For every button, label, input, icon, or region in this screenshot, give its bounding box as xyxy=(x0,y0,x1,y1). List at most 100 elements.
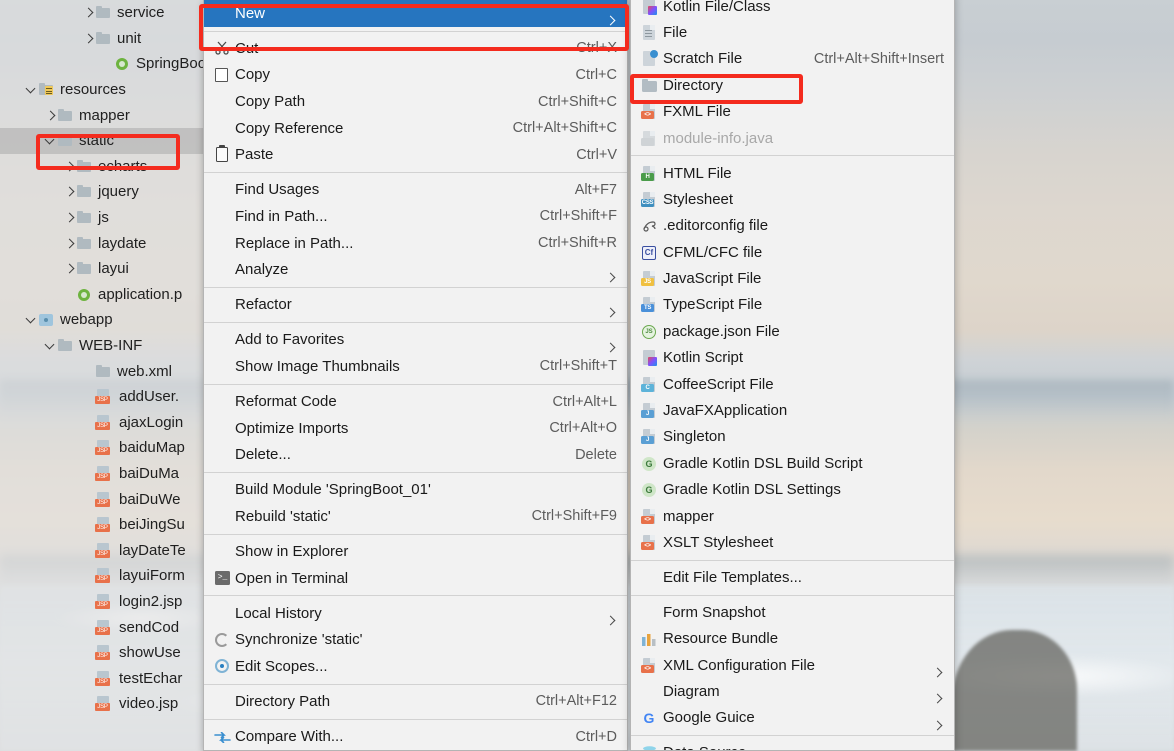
submenu-item-singleton[interactable]: J Singleton xyxy=(631,424,954,450)
submenu-item-coffeescript-file[interactable]: C CoffeeScript File xyxy=(631,371,954,397)
submenu-item-directory[interactable]: Directory xyxy=(631,72,954,98)
menu-item-cut[interactable]: Cut Ctrl+X xyxy=(204,35,627,62)
menu-item-new[interactable]: New xyxy=(204,0,627,27)
tree-item-webapp[interactable]: webapp xyxy=(0,307,206,333)
menu-item-copy[interactable]: Copy Ctrl+C xyxy=(204,62,627,89)
submenu-item-javascript-file[interactable]: JS JavaScript File xyxy=(631,265,954,291)
submenu-item-fxml-file[interactable]: <> FXML File xyxy=(631,99,954,125)
new-submenu[interactable]: Kotlin File/Class File Scratch File Ctrl+Al… xyxy=(630,0,955,751)
tree-item-beijingsu[interactable]: JSP beiJingSu xyxy=(0,512,206,538)
menu-item-optimize-imports[interactable]: Optimize Imports Ctrl+Alt+O xyxy=(204,415,627,442)
tree-item-js[interactable]: js xyxy=(0,205,206,231)
menu-item-directory-path[interactable]: Directory Path Ctrl+Alt+F12 xyxy=(204,688,627,715)
submenu-item-typescript-file[interactable]: TS TypeScript File xyxy=(631,292,954,318)
submenu-item-resource-bundle[interactable]: Resource Bundle xyxy=(631,625,954,651)
submenu-item-file[interactable]: File xyxy=(631,19,954,45)
tree-item-baidumap[interactable]: JSP baiduMap xyxy=(0,435,206,461)
submenu-item-gradle-kotlin-dsl-settings[interactable]: G Gradle Kotlin DSL Settings xyxy=(631,477,954,503)
chevron-right-icon[interactable] xyxy=(63,185,76,198)
menu-item-refactor[interactable]: Refactor xyxy=(204,291,627,318)
tree-item-layuiform[interactable]: JSP layuiForm xyxy=(0,563,206,589)
chevron-right-icon[interactable] xyxy=(63,211,76,224)
tree-item-layui[interactable]: layui xyxy=(0,256,206,282)
submenu-item-package-json-file[interactable]: JS package.json File xyxy=(631,318,954,344)
menu-item-build-module-springboot-01[interactable]: Build Module 'SpringBoot_01' xyxy=(204,477,627,504)
tree-item-application-p[interactable]: application.p xyxy=(0,282,206,308)
project-tree-panel[interactable]: service unit SpringBoot resources mapper stat… xyxy=(0,0,210,751)
chevron-right-icon[interactable] xyxy=(63,237,76,250)
tree-item-baiduma[interactable]: JSP baiDuMa xyxy=(0,461,206,487)
chevron-right-icon[interactable] xyxy=(63,262,76,275)
menu-item-analyze[interactable]: Analyze xyxy=(204,256,627,283)
folder-icon xyxy=(57,108,74,123)
submenu-item-data-source[interactable]: Data Source xyxy=(631,740,954,750)
tree-item-static[interactable]: static xyxy=(0,127,206,154)
menu-item-compare-with[interactable]: Compare With... Ctrl+D xyxy=(204,723,627,750)
tree-item-unit[interactable]: unit xyxy=(0,26,206,52)
menu-item-copy-path[interactable]: Copy Path Ctrl+Shift+C xyxy=(204,88,627,115)
menu-item-add-to-favorites[interactable]: Add to Favorites xyxy=(204,327,627,354)
tree-item-mapper[interactable]: mapper xyxy=(0,102,206,128)
tree-item-web-xml[interactable]: web.xml xyxy=(0,358,206,384)
tree-item-echarts[interactable]: echarts xyxy=(0,154,206,180)
menu-item-show-in-explorer[interactable]: Show in Explorer xyxy=(204,538,627,565)
submenu-item-stylesheet[interactable]: CSS Stylesheet xyxy=(631,186,954,212)
menu-item-replace-in-path[interactable]: Replace in Path... Ctrl+Shift+R xyxy=(204,230,627,257)
menu-item-show-image-thumbnails[interactable]: Show Image Thumbnails Ctrl+Shift+T xyxy=(204,353,627,380)
chevron-down-icon[interactable] xyxy=(44,134,57,147)
menu-item-paste[interactable]: Paste Ctrl+V xyxy=(204,141,627,168)
tree-item-laydatete[interactable]: JSP layDateTe xyxy=(0,537,206,563)
tree-item-showuse[interactable]: JSP showUse xyxy=(0,640,206,666)
project-context-menu[interactable]: New Cut Ctrl+X Copy Ctrl+C Copy Path Ctrl+Shif… xyxy=(203,0,628,751)
submenu-item-xslt-stylesheet[interactable]: <> XSLT Stylesheet xyxy=(631,529,954,555)
submenu-item-cfml-cfc-file[interactable]: Cf CFML/CFC file xyxy=(631,239,954,265)
menu-item-find-usages[interactable]: Find Usages Alt+F7 xyxy=(204,177,627,204)
menu-item-open-in-terminal[interactable]: >_ Open in Terminal xyxy=(204,565,627,592)
tree-item-adduser-[interactable]: JSP addUser. xyxy=(0,384,206,410)
jsp-icon: JSP xyxy=(95,542,114,558)
menu-item-reformat-code[interactable]: Reformat Code Ctrl+Alt+L xyxy=(204,388,627,415)
submenu-item-google-guice[interactable]: G Google Guice xyxy=(631,705,954,731)
chevron-right-icon[interactable] xyxy=(82,32,95,45)
menu-item-synchronize-static[interactable]: Synchronize 'static' xyxy=(204,626,627,653)
submenu-item-edit-file-templates[interactable]: Edit File Templates... xyxy=(631,564,954,590)
submenu-item-kotlin-file-class[interactable]: Kotlin File/Class xyxy=(631,0,954,19)
tree-item-resources[interactable]: resources xyxy=(0,77,206,103)
menu-item-delete[interactable]: Delete... Delete xyxy=(204,441,627,468)
chevron-down-icon[interactable] xyxy=(25,83,38,96)
tree-item-springboot[interactable]: SpringBoot xyxy=(0,51,210,77)
tree-item-jquery[interactable]: jquery xyxy=(0,179,206,205)
tree-item-laydate[interactable]: laydate xyxy=(0,230,206,256)
submenu-item-javafxapplication[interactable]: J JavaFXApplication xyxy=(631,397,954,423)
menu-item-copy-reference[interactable]: Copy Reference Ctrl+Alt+Shift+C xyxy=(204,115,627,142)
submenu-item-diagram[interactable]: Diagram xyxy=(631,678,954,704)
submenu-item-mapper[interactable]: <> mapper xyxy=(631,503,954,529)
tree-item-sendcod[interactable]: JSP sendCod xyxy=(0,614,206,640)
menu-item-label: Copy Reference xyxy=(235,119,344,137)
tree-item-label: jquery xyxy=(98,183,139,201)
tree-item-baiduwe[interactable]: JSP baiDuWe xyxy=(0,486,206,512)
chevron-down-icon[interactable] xyxy=(44,339,57,352)
chevron-right-icon[interactable] xyxy=(63,160,76,173)
menu-item-find-in-path[interactable]: Find in Path... Ctrl+Shift+F xyxy=(204,203,627,230)
tree-item-login2-jsp[interactable]: JSP login2.jsp xyxy=(0,589,206,615)
tree-item-service[interactable]: service xyxy=(0,0,206,26)
chevron-right-icon[interactable] xyxy=(82,6,95,19)
chevron-down-icon[interactable] xyxy=(25,313,38,326)
tree-item-video-jsp[interactable]: JSP video.jsp xyxy=(0,691,206,717)
menu-item-local-history[interactable]: Local History xyxy=(204,600,627,627)
tree-item-web-inf[interactable]: WEB-INF xyxy=(0,333,206,359)
submenu-item-form-snapshot[interactable]: Form Snapshot xyxy=(631,599,954,625)
chevron-right-icon[interactable] xyxy=(44,109,57,122)
submenu-item-scratch-file[interactable]: Scratch File Ctrl+Alt+Shift+Insert xyxy=(631,46,954,72)
submenu-item-xml-configuration-file[interactable]: <> XML Configuration File xyxy=(631,652,954,678)
tree-item-testechar[interactable]: JSP testEchar xyxy=(0,665,206,691)
tree-item-ajaxlogin[interactable]: JSP ajaxLogin xyxy=(0,410,206,436)
submenu-item-html-file[interactable]: H HTML File xyxy=(631,160,954,186)
menu-item-rebuild-static[interactable]: Rebuild 'static' Ctrl+Shift+F9 xyxy=(204,503,627,530)
menu-item-edit-scopes[interactable]: Edit Scopes... xyxy=(204,653,627,680)
submenu-item-editorconfig-file[interactable]: .editorconfig file xyxy=(631,213,954,239)
submenu-item-gradle-kotlin-dsl-build-script[interactable]: G Gradle Kotlin DSL Build Script xyxy=(631,450,954,476)
submenu-item-kotlin-script[interactable]: Kotlin Script xyxy=(631,345,954,371)
